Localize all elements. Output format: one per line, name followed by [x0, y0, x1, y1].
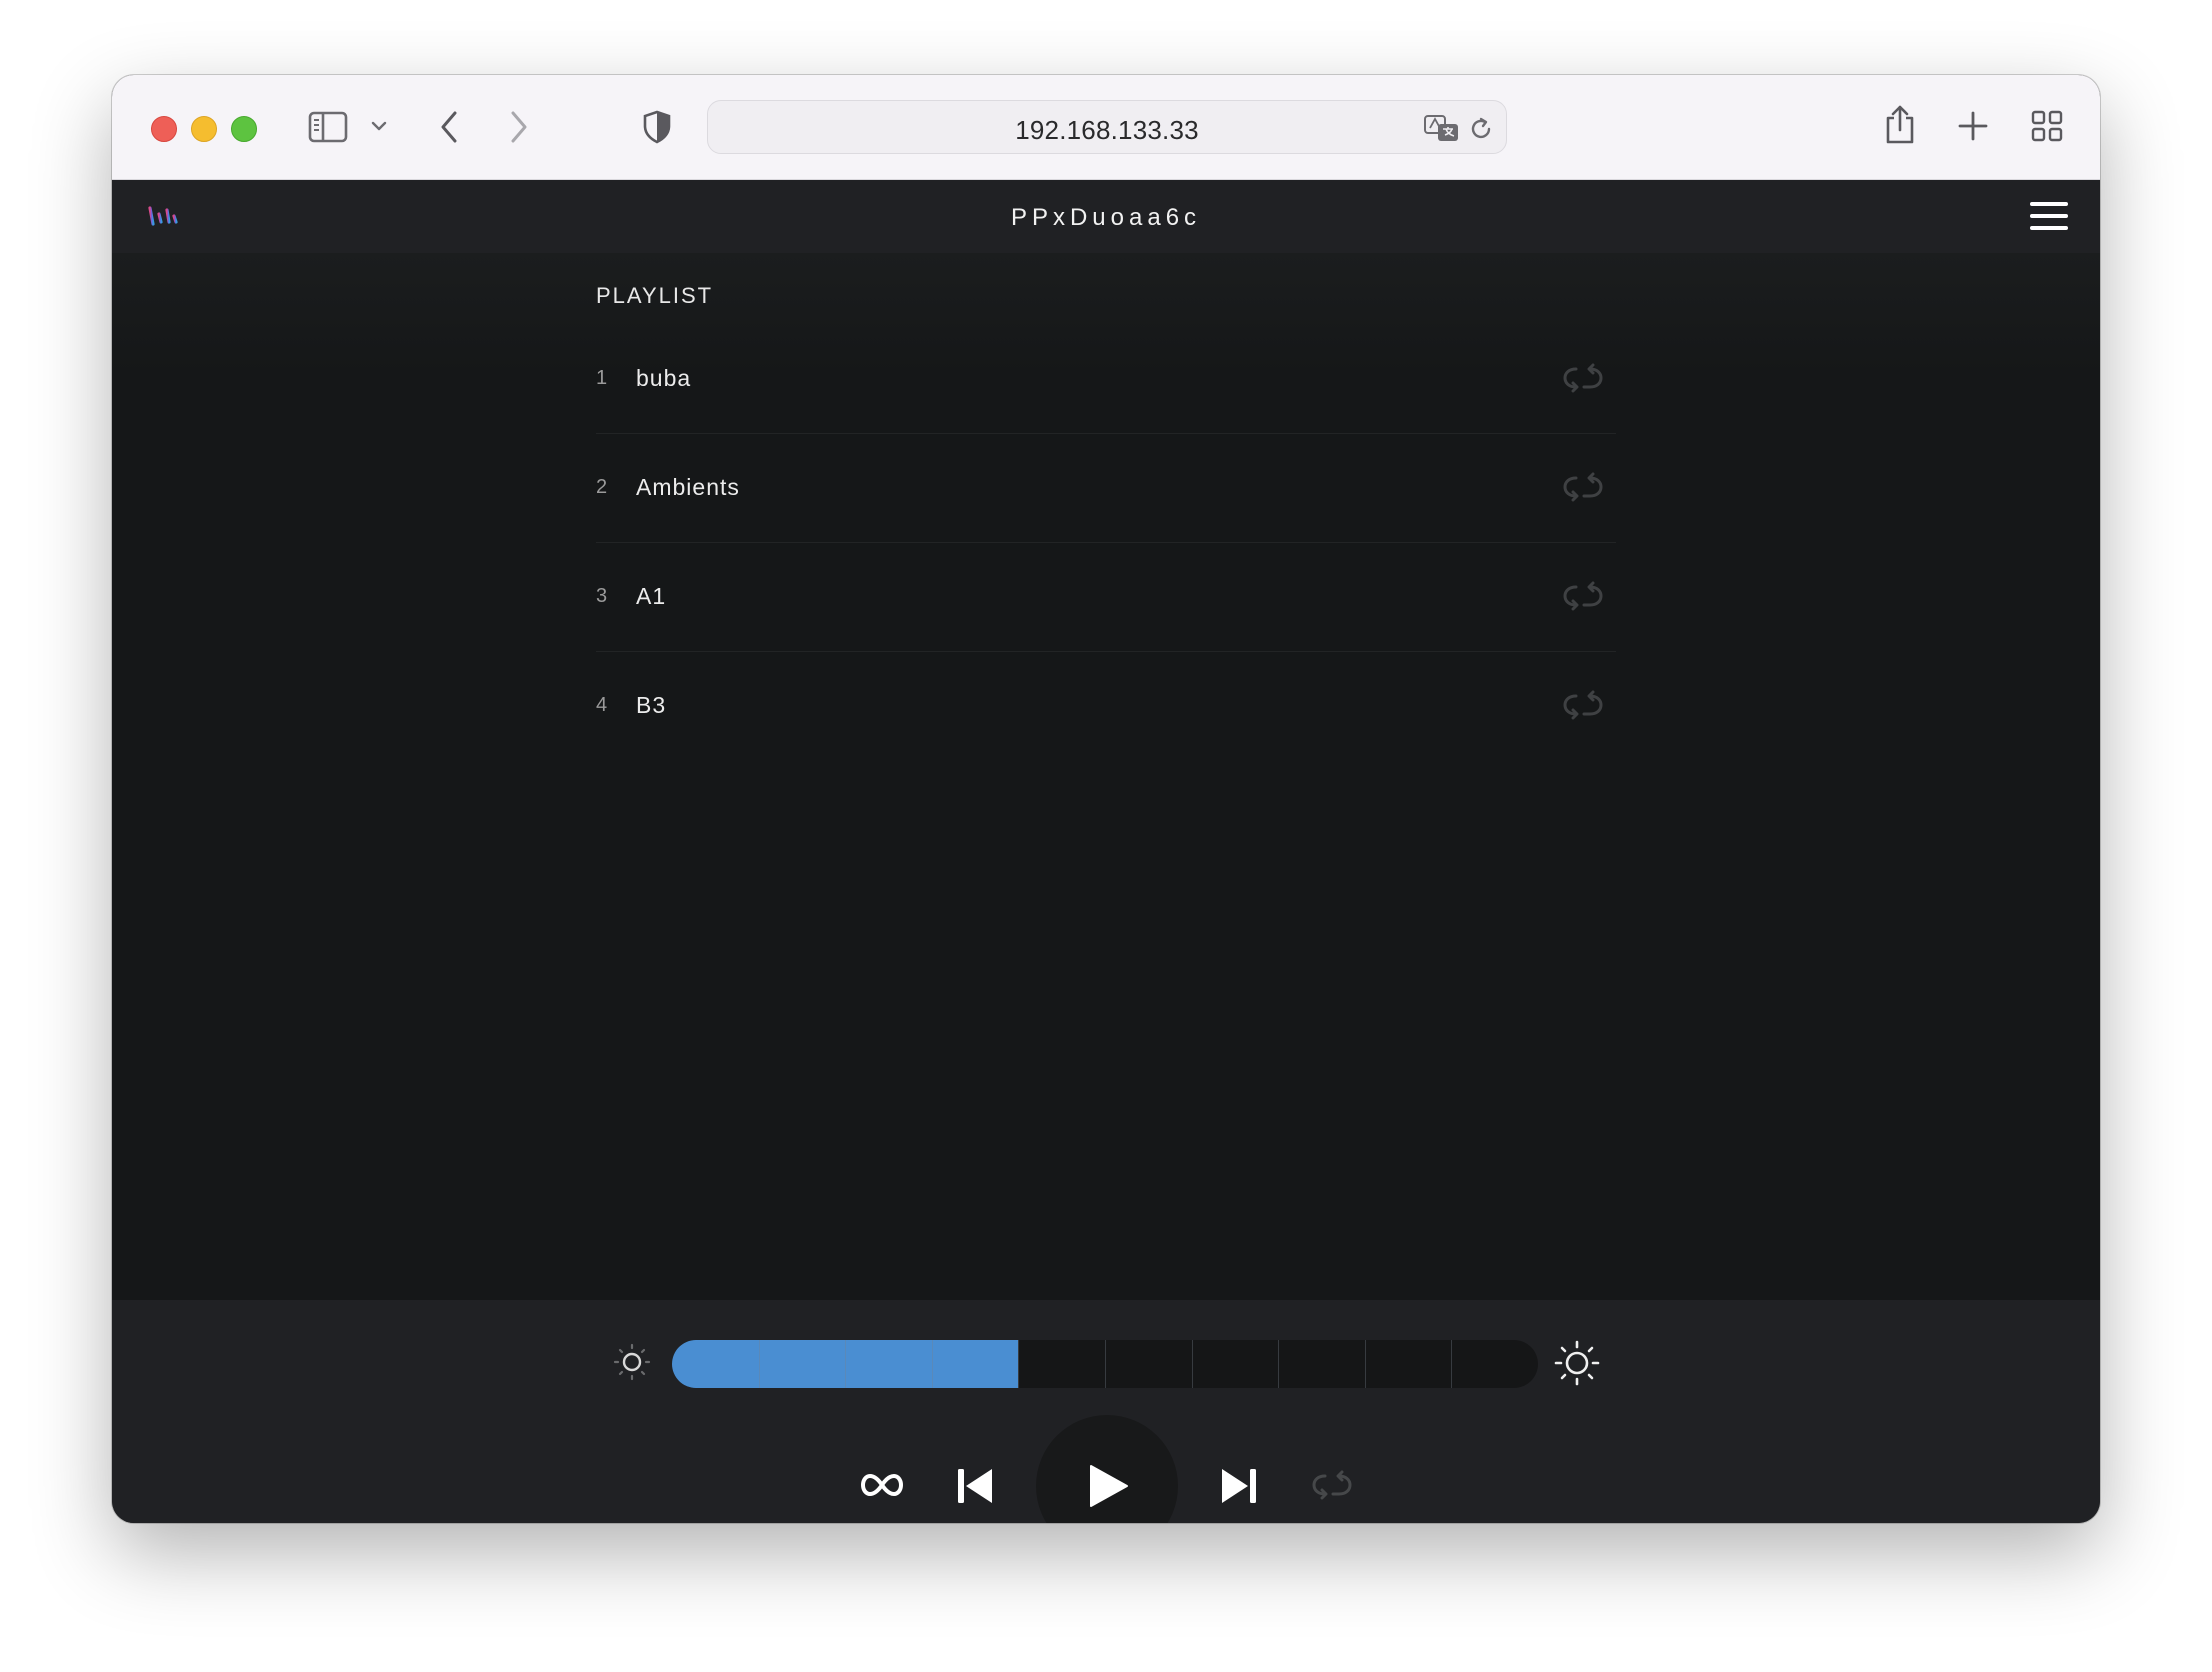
skip-previous-icon[interactable]: [950, 1461, 1000, 1511]
brightness-segment-divider: [759, 1340, 760, 1388]
privacy-shield-icon[interactable]: [640, 109, 674, 145]
forward-icon[interactable]: [504, 107, 534, 147]
playlist: 1 buba 2 Ambients 3 A1 4 B3: [596, 325, 1616, 760]
address-bar[interactable]: 192.168.133.33: [707, 100, 1507, 154]
playlist-item[interactable]: 2 Ambients: [596, 434, 1616, 543]
playlist-item[interactable]: 4 B3: [596, 652, 1616, 760]
sidebar-toggle-icon[interactable]: [306, 109, 350, 145]
playlist-item-number: 1: [596, 367, 608, 389]
playlist-item-name: buba: [636, 365, 692, 391]
main-content: PLAYLIST 1 buba 2 Ambients 3 A1 4 B3: [112, 253, 2100, 1300]
playlist-item-name: A1: [636, 583, 667, 609]
playlist-item-number: 2: [596, 476, 608, 498]
share-icon[interactable]: [1882, 103, 1918, 147]
brightness-high-icon[interactable]: [1554, 1340, 1600, 1391]
brightness-segment-divider: [1105, 1340, 1106, 1388]
brightness-segment-divider: [1018, 1340, 1019, 1388]
repeat-icon[interactable]: [1562, 363, 1604, 398]
brightness-segment-divider: [1278, 1340, 1279, 1388]
playlist-item-name: B3: [636, 692, 667, 718]
repeat-icon[interactable]: [1562, 690, 1604, 725]
play-button[interactable]: [1036, 1415, 1178, 1523]
playlist-item-number: 4: [596, 694, 608, 716]
app-header: PPxDuoaa6c: [112, 180, 2100, 253]
close-window-button[interactable]: [151, 116, 177, 142]
page-title: PPxDuoaa6c: [1010, 204, 1202, 231]
minimize-window-button[interactable]: [191, 116, 217, 142]
back-icon[interactable]: [434, 107, 464, 147]
repeat-icon[interactable]: [1562, 581, 1604, 616]
zoom-window-button[interactable]: [231, 116, 257, 142]
translate-icon[interactable]: [1422, 113, 1462, 145]
playlist-item[interactable]: 1 buba: [596, 325, 1616, 434]
skip-next-icon[interactable]: [1214, 1461, 1264, 1511]
playlist-item-name: Ambients: [636, 474, 740, 500]
brightness-slider[interactable]: [672, 1340, 1538, 1388]
browser-window: 192.168.133.33 PPxDuoaa6c PLAYLIST 1 bub…: [112, 75, 2100, 1523]
repeat-icon[interactable]: [1308, 1467, 1356, 1503]
chevron-down-icon[interactable]: [368, 115, 390, 137]
browser-toolbar: 192.168.133.33: [112, 75, 2100, 180]
playlist-item-number: 3: [596, 585, 608, 607]
brightness-segment-divider: [1192, 1340, 1193, 1388]
player-bar: [112, 1300, 2100, 1523]
play-icon: [1090, 1465, 1128, 1507]
new-tab-icon[interactable]: [1956, 109, 1990, 143]
infinite-loop-icon[interactable]: [854, 1463, 910, 1507]
playback-controls: [112, 1415, 2100, 1523]
reload-icon[interactable]: [1468, 115, 1496, 143]
brightness-segment-divider: [932, 1340, 933, 1388]
brightness-segment-divider: [1451, 1340, 1452, 1388]
tab-overview-icon[interactable]: [2030, 109, 2064, 143]
hamburger-menu-icon[interactable]: [2030, 200, 2070, 234]
url-text: 192.168.133.33: [1015, 115, 1199, 145]
playlist-item[interactable]: 3 A1: [596, 543, 1616, 652]
playlist-heading: PLAYLIST: [596, 283, 714, 308]
brightness-segment-divider: [845, 1340, 846, 1388]
brightness-low-icon[interactable]: [612, 1342, 652, 1387]
brightness-segment-divider: [1365, 1340, 1366, 1388]
repeat-icon[interactable]: [1562, 472, 1604, 507]
